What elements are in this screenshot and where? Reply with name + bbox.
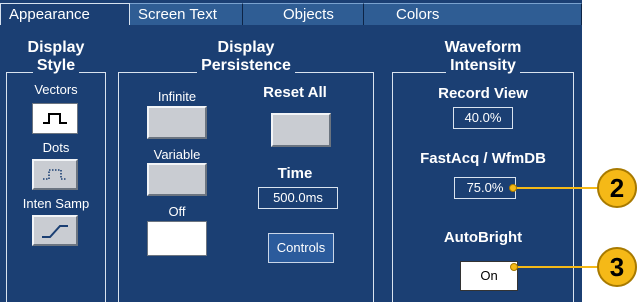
tab-screen-text[interactable]: Screen Text [130, 3, 243, 25]
autobright-label: AutoBright [443, 229, 523, 246]
fastacq-label: FastAcq / WfmDB [420, 150, 546, 167]
display-style-title: Display Style [27, 39, 85, 75]
vectors-label: Vectors [34, 82, 78, 97]
dots-button[interactable] [32, 159, 78, 190]
callout-3-dot [510, 263, 518, 271]
time-field[interactable]: 500.0ms [258, 187, 338, 209]
inten-samp-icon [42, 225, 68, 238]
display-appearance-panel: Appearance Screen Text Objects Colors Di… [0, 0, 582, 302]
tab-appearance[interactable]: Appearance [0, 3, 130, 25]
persistence-title: Display Persistence [118, 39, 374, 75]
inten-samp-button[interactable] [32, 215, 78, 246]
reset-all-label: Reset All [263, 84, 327, 101]
callout-3-badge: 3 [597, 247, 637, 287]
dots-icon [43, 169, 67, 180]
vectors-button[interactable] [32, 103, 78, 134]
variable-label: Variable [153, 147, 201, 162]
variable-button[interactable] [147, 163, 207, 196]
infinite-label: Infinite [157, 89, 197, 104]
time-label: Time [277, 165, 313, 182]
tab-objects[interactable]: Objects [243, 3, 364, 25]
off-label: Off [168, 204, 186, 219]
controls-button[interactable]: Controls [268, 233, 334, 263]
callout-2-line [513, 187, 598, 189]
callout-2-dot [509, 184, 517, 192]
callout-2-badge: 2 [597, 168, 637, 208]
tab-colors[interactable]: Colors [364, 3, 582, 25]
record-view-field[interactable]: 40.0% [453, 107, 513, 129]
fastacq-field[interactable]: 75.0% [454, 177, 516, 199]
intensity-title: Waveform Intensity [444, 39, 522, 75]
callout-3-line [514, 266, 598, 268]
inten-samp-label: Inten Samp [22, 196, 90, 211]
reset-all-button[interactable] [271, 113, 331, 147]
record-view-label: Record View [438, 85, 528, 102]
dots-label: Dots [42, 140, 70, 155]
tab-bar: Appearance Screen Text Objects Colors [0, 0, 582, 27]
infinite-button[interactable] [147, 106, 207, 139]
vectors-icon [43, 113, 67, 124]
off-button[interactable] [147, 221, 207, 256]
